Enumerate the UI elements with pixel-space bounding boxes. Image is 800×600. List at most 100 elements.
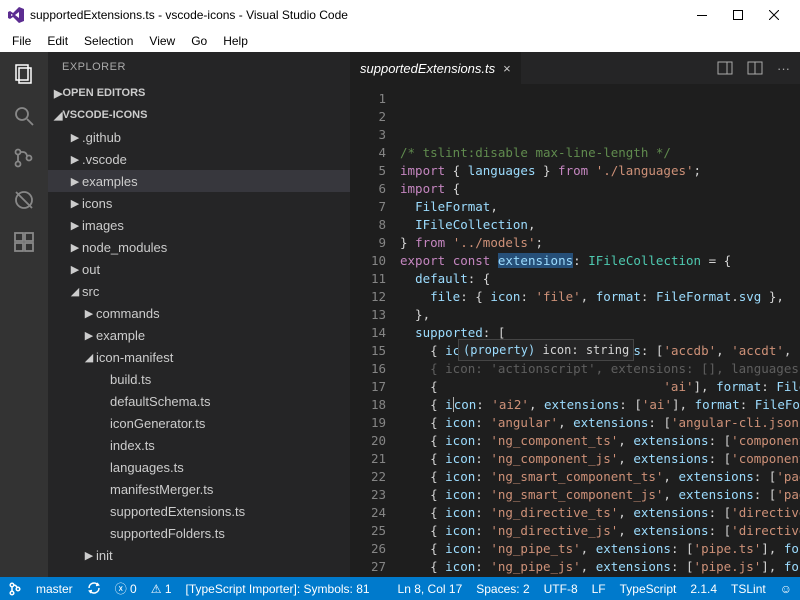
code-line[interactable]: default: { bbox=[400, 270, 800, 288]
activity-bar bbox=[0, 52, 48, 577]
maximize-button[interactable] bbox=[720, 0, 756, 30]
open-editors-header[interactable]: ▶OPEN EDITORS bbox=[48, 82, 350, 104]
code-line[interactable]: FileFormat, bbox=[400, 198, 800, 216]
chevron-icon: ◢ bbox=[68, 285, 82, 298]
close-button[interactable] bbox=[756, 0, 792, 30]
file-row[interactable]: supportedFolders.ts bbox=[48, 522, 350, 544]
folder-row[interactable]: ◢icon-manifest bbox=[48, 346, 350, 368]
code-line[interactable]: file: { icon: 'file', format: FileFormat… bbox=[400, 288, 800, 306]
code-line[interactable]: import { languages } from './languages'; bbox=[400, 162, 800, 180]
folder-row[interactable]: ▶examples bbox=[48, 170, 350, 192]
code-line[interactable]: export const extensions: IFileCollection… bbox=[400, 252, 800, 270]
extensions-icon[interactable] bbox=[10, 228, 38, 256]
status-sync[interactable] bbox=[87, 581, 101, 596]
code-line[interactable]: { icon: 'ng_directive_ts', extensions: [… bbox=[400, 504, 800, 522]
folder-row[interactable]: ▶.vscode bbox=[48, 148, 350, 170]
folder-row[interactable]: ▶example bbox=[48, 324, 350, 346]
code-line[interactable]: IFileCollection, bbox=[400, 216, 800, 234]
code-line[interactable]: { icon: 'ng_smart_component_js', extensi… bbox=[400, 486, 800, 504]
folder-row[interactable]: ▶out bbox=[48, 258, 350, 280]
file-row[interactable]: iconGenerator.ts bbox=[48, 412, 350, 434]
status-warnings[interactable]: ⚠ 1 bbox=[151, 582, 172, 596]
code-line[interactable]: { icon: 'ng_service_ts', extensions: ['s… bbox=[400, 576, 800, 577]
close-tab-icon[interactable]: × bbox=[503, 61, 511, 76]
status-errors[interactable]: ⓧ 0 bbox=[115, 580, 137, 597]
menu-go[interactable]: Go bbox=[185, 32, 213, 50]
chevron-icon: ▶ bbox=[82, 307, 96, 320]
split-right-icon[interactable] bbox=[717, 61, 733, 76]
folder-row[interactable]: ◢src bbox=[48, 280, 350, 302]
status-branch[interactable]: master bbox=[36, 582, 73, 596]
file-row[interactable]: languages.ts bbox=[48, 456, 350, 478]
folder-row[interactable]: ▶commands bbox=[48, 302, 350, 324]
status-lang[interactable]: TypeScript bbox=[620, 582, 677, 596]
menu-file[interactable]: File bbox=[6, 32, 37, 50]
type-hint-tooltip: (property) icon: string bbox=[458, 339, 634, 361]
file-row[interactable]: index.ts bbox=[48, 434, 350, 456]
code-lines[interactable]: (property) icon: string /* tslint:disabl… bbox=[400, 84, 800, 577]
tree-label: index.ts bbox=[110, 438, 155, 453]
tree-label: icon-manifest bbox=[96, 350, 173, 365]
tree-label: node_modules bbox=[82, 240, 167, 255]
folder-row[interactable]: ▶images bbox=[48, 214, 350, 236]
code-line[interactable]: { icon: 'ng_component_ts', extensions: [… bbox=[400, 432, 800, 450]
tree-label: init bbox=[96, 548, 113, 563]
code-line[interactable]: } from '../models'; bbox=[400, 234, 800, 252]
code-line[interactable]: { icon: 'ai2', extensions: ['ai'], forma… bbox=[400, 396, 800, 414]
git-icon[interactable] bbox=[10, 144, 38, 172]
sidebar: EXPLORER ▶OPEN EDITORS ◢VSCODE-ICONS ▶.g… bbox=[48, 52, 350, 577]
vs-logo-icon bbox=[8, 7, 24, 23]
status-importer[interactable]: [TypeScript Importer]: Symbols: 81 bbox=[186, 582, 370, 596]
status-cursor[interactable]: Ln 8, Col 17 bbox=[398, 582, 463, 596]
search-icon[interactable] bbox=[10, 102, 38, 130]
file-row[interactable]: build.ts bbox=[48, 368, 350, 390]
minimize-button[interactable] bbox=[684, 0, 720, 30]
code-line[interactable]: { icon: 'ng_pipe_ts', extensions: ['pipe… bbox=[400, 540, 800, 558]
more-icon[interactable]: ··· bbox=[777, 61, 790, 76]
folder-row[interactable]: ▶init bbox=[48, 544, 350, 566]
debug-icon[interactable] bbox=[10, 186, 38, 214]
menu-help[interactable]: Help bbox=[217, 32, 254, 50]
menu-view[interactable]: View bbox=[143, 32, 181, 50]
file-row[interactable]: defaultSchema.ts bbox=[48, 390, 350, 412]
code-line[interactable]: { 'ai'], format: FileForm bbox=[400, 378, 800, 396]
tab-label: supportedExtensions.ts bbox=[360, 61, 495, 76]
menu-selection[interactable]: Selection bbox=[78, 32, 139, 50]
folder-row[interactable]: ▶.github bbox=[48, 126, 350, 148]
status-eol[interactable]: LF bbox=[592, 582, 606, 596]
git-branch-icon[interactable] bbox=[8, 582, 22, 596]
split-editor-icon[interactable] bbox=[747, 61, 763, 76]
code-line[interactable]: import { bbox=[400, 180, 800, 198]
code-line[interactable]: { icon: 'angular', extensions: ['angular… bbox=[400, 414, 800, 432]
status-encoding[interactable]: UTF-8 bbox=[544, 582, 578, 596]
code-line[interactable]: }, bbox=[400, 306, 800, 324]
code-line[interactable]: { icon: 'ng_component_js', extensions: [… bbox=[400, 450, 800, 468]
status-lint[interactable]: TSLint bbox=[731, 582, 766, 596]
code-line[interactable]: { icon: 'ng_directive_js', extensions: [… bbox=[400, 522, 800, 540]
feedback-icon[interactable]: ☺ bbox=[780, 582, 792, 596]
chevron-icon: ◢ bbox=[82, 351, 96, 364]
chevron-icon: ▶ bbox=[68, 131, 82, 144]
folder-row[interactable]: ▶icons bbox=[48, 192, 350, 214]
code-line[interactable]: { icon: 'ng_smart_component_ts', extensi… bbox=[400, 468, 800, 486]
file-row[interactable]: supportedExtensions.ts bbox=[48, 500, 350, 522]
tree-label: languages.ts bbox=[110, 460, 184, 475]
code-line[interactable]: { icon: 'ng_pipe_js', extensions: ['pipe… bbox=[400, 558, 800, 576]
status-bar: master ⓧ 0 ⚠ 1 [TypeScript Importer]: Sy… bbox=[0, 577, 800, 600]
tree-label: out bbox=[82, 262, 100, 277]
code-line[interactable]: { icon: 'actionscript', extensions: [], … bbox=[400, 360, 800, 378]
folder-row[interactable]: ▶node_modules bbox=[48, 236, 350, 258]
tree-label: icons bbox=[82, 196, 112, 211]
project-header[interactable]: ◢VSCODE-ICONS bbox=[48, 104, 350, 126]
status-version[interactable]: 2.1.4 bbox=[690, 582, 717, 596]
status-spaces[interactable]: Spaces: 2 bbox=[476, 582, 529, 596]
explorer-icon[interactable] bbox=[10, 60, 38, 88]
chevron-icon: ▶ bbox=[68, 219, 82, 232]
tab-supported-extensions[interactable]: supportedExtensions.ts × bbox=[350, 52, 521, 84]
tree-label: .vscode bbox=[82, 152, 127, 167]
file-row[interactable]: manifestMerger.ts bbox=[48, 478, 350, 500]
menu-edit[interactable]: Edit bbox=[41, 32, 74, 50]
code-editor[interactable]: 1234567891011121314151617181920212223242… bbox=[350, 84, 800, 577]
tab-bar: supportedExtensions.ts × ··· bbox=[350, 52, 800, 84]
code-line[interactable]: /* tslint:disable max-line-length */ bbox=[400, 144, 800, 162]
